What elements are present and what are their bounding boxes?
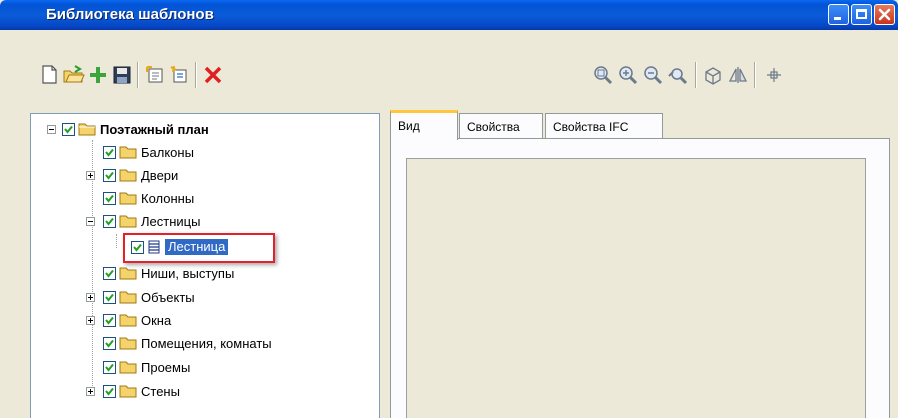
tab-properties[interactable]: Свойства bbox=[459, 113, 543, 138]
folder-icon bbox=[119, 192, 137, 205]
tree-guide-line bbox=[116, 234, 118, 248]
tab-label: Вид bbox=[398, 119, 420, 133]
properties-icon[interactable] bbox=[144, 64, 166, 86]
checkbox-checked-icon[interactable] bbox=[103, 214, 116, 228]
collapse-toggle-icon[interactable] bbox=[86, 216, 95, 226]
checkbox-checked-icon[interactable] bbox=[103, 168, 116, 182]
checkbox-checked-icon[interactable] bbox=[103, 290, 116, 304]
folder-icon bbox=[119, 267, 137, 280]
tree-root-label: Поэтажный план bbox=[100, 121, 209, 137]
toolbar-separator bbox=[754, 62, 756, 88]
tree-item-label: Стены bbox=[141, 383, 180, 399]
tree-item-proemy[interactable]: Проемы bbox=[103, 356, 190, 378]
checkbox-checked-icon[interactable] bbox=[103, 266, 116, 280]
folder-icon bbox=[78, 123, 96, 136]
folder-icon bbox=[119, 337, 137, 350]
template-library-window: Библиотека шаблонов Поэтажный план Балко… bbox=[0, 0, 898, 418]
folder-icon bbox=[119, 215, 137, 228]
tree-item-obekty[interactable]: Объекты bbox=[86, 286, 195, 308]
maximize-button[interactable] bbox=[851, 4, 872, 25]
toolbar-separator bbox=[695, 62, 697, 88]
tree-item-label: Проемы bbox=[141, 359, 191, 375]
checkbox-checked-icon[interactable] bbox=[103, 384, 116, 398]
zoom-out-icon[interactable] bbox=[642, 64, 664, 86]
folder-icon bbox=[119, 169, 137, 182]
checkbox-checked-icon[interactable] bbox=[62, 122, 75, 136]
zoom-window-icon[interactable] bbox=[667, 64, 689, 86]
close-icon bbox=[878, 8, 891, 21]
folder-icon bbox=[119, 314, 137, 327]
window-title: Библиотека шаблонов bbox=[46, 6, 214, 23]
tree-item-nishi[interactable]: Ниши, выступы bbox=[103, 262, 234, 284]
tree-item-label: Объекты bbox=[141, 289, 195, 305]
tree-item-steny[interactable]: Стены bbox=[86, 380, 180, 402]
tab-label: Свойства bbox=[467, 120, 520, 134]
tree-root-row[interactable]: Поэтажный план bbox=[47, 118, 209, 140]
zoom-extent-icon[interactable] bbox=[592, 64, 614, 86]
maximize-icon bbox=[856, 9, 867, 19]
toolbar-separator bbox=[195, 62, 197, 88]
tab-view[interactable]: Вид bbox=[390, 110, 458, 140]
folder-icon bbox=[119, 146, 137, 159]
tree-item-okna[interactable]: Окна bbox=[86, 309, 171, 331]
selection-highlight-box bbox=[123, 233, 275, 263]
new-file-icon[interactable] bbox=[39, 64, 61, 86]
minimize-button[interactable] bbox=[828, 4, 849, 25]
mirror-icon[interactable] bbox=[727, 64, 749, 86]
tree-item-label: Двери bbox=[141, 167, 179, 183]
close-button[interactable] bbox=[874, 4, 895, 25]
checkbox-checked-icon[interactable] bbox=[103, 145, 116, 159]
expand-toggle-icon[interactable] bbox=[86, 170, 95, 180]
tree-item-dveri[interactable]: Двери bbox=[86, 164, 178, 186]
save-icon[interactable] bbox=[111, 64, 133, 86]
view-3d-icon[interactable] bbox=[702, 64, 724, 86]
collapse-toggle-icon[interactable] bbox=[47, 124, 56, 134]
tree-item-label: Окна bbox=[141, 312, 172, 328]
tree-item-lestnicy[interactable]: Лестницы bbox=[86, 210, 200, 232]
delete-icon[interactable] bbox=[202, 64, 224, 86]
toolbar-separator bbox=[137, 62, 139, 88]
expand-toggle-icon[interactable] bbox=[86, 386, 95, 396]
add-icon[interactable] bbox=[87, 64, 109, 86]
tree-item-label: Балконы bbox=[141, 144, 194, 160]
expand-toggle-icon[interactable] bbox=[86, 292, 95, 302]
center-icon[interactable] bbox=[763, 64, 785, 86]
checkbox-checked-icon[interactable] bbox=[103, 313, 116, 327]
tree-item-label: Лестницы bbox=[141, 213, 201, 229]
expand-toggle-icon[interactable] bbox=[86, 315, 95, 325]
tab-ifc-properties[interactable]: Свойства IFC bbox=[545, 113, 663, 138]
tree-item-balkony[interactable]: Балконы bbox=[103, 141, 194, 163]
tree-item-label: Колонны bbox=[141, 190, 195, 206]
zoom-in-icon[interactable] bbox=[617, 64, 639, 86]
preview-area[interactable] bbox=[406, 158, 866, 418]
tree-item-kolonny[interactable]: Колонны bbox=[103, 187, 194, 209]
reload-icon[interactable] bbox=[168, 64, 190, 86]
folder-icon bbox=[119, 361, 137, 374]
title-bar[interactable]: Библиотека шаблонов bbox=[0, 0, 898, 30]
folder-icon bbox=[119, 291, 137, 304]
minimize-icon bbox=[834, 17, 841, 20]
tree-item-label: Ниши, выступы bbox=[141, 265, 235, 281]
tab-label: Свойства IFC bbox=[553, 120, 629, 134]
checkbox-checked-icon[interactable] bbox=[103, 360, 116, 374]
tree-item-pomescheniya[interactable]: Помещения, комнаты bbox=[103, 332, 272, 354]
tree-item-label: Помещения, комнаты bbox=[141, 335, 272, 351]
folder-icon bbox=[119, 385, 137, 398]
checkbox-checked-icon[interactable] bbox=[103, 336, 116, 350]
checkbox-checked-icon[interactable] bbox=[103, 191, 116, 205]
open-folder-icon[interactable] bbox=[63, 64, 85, 86]
